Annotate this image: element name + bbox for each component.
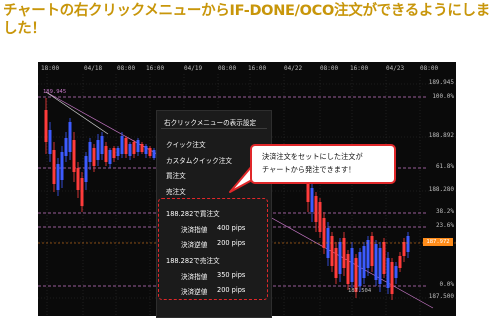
fib-level-label: 61.8% bbox=[435, 163, 454, 170]
candle-body bbox=[52, 150, 56, 184]
candle-body bbox=[128, 144, 132, 156]
candle-body bbox=[60, 152, 64, 180]
callout-line-2: チャートから発注できます！ bbox=[262, 165, 356, 174]
candle-body bbox=[64, 138, 68, 156]
price-axis-label: 188.280 bbox=[428, 186, 454, 193]
candle-body bbox=[322, 218, 326, 248]
time-label: 04/22 bbox=[284, 65, 303, 72]
time-label: 04/19 bbox=[184, 65, 203, 72]
candle-body bbox=[406, 236, 410, 252]
fib-level-label: 38.2% bbox=[435, 208, 454, 215]
candle-body bbox=[56, 164, 60, 190]
high-price-marker: 189.945 bbox=[43, 89, 67, 95]
menu-item-sell-order[interactable]: 売注文 bbox=[166, 186, 186, 196]
time-label: 08:00 bbox=[117, 65, 136, 72]
candle-body bbox=[72, 140, 76, 172]
candle-body bbox=[394, 266, 398, 278]
time-label: 16:00 bbox=[146, 65, 165, 72]
candle-body bbox=[330, 236, 334, 266]
candle-body bbox=[358, 252, 362, 286]
candle-body bbox=[116, 148, 120, 156]
candle-body bbox=[398, 256, 402, 268]
menu-item-buy-order[interactable]: 買注文 bbox=[166, 170, 186, 180]
candle-body bbox=[374, 244, 378, 280]
price-axis-label: 187.500 bbox=[428, 293, 454, 300]
candle-body bbox=[68, 122, 72, 152]
candle-body bbox=[132, 142, 136, 154]
candle-body bbox=[382, 242, 386, 274]
candle-body bbox=[96, 140, 100, 160]
menu-display-settings[interactable]: 右クリックメニューの表示設定 bbox=[164, 117, 256, 127]
page-headline: チャートの右クリックメニューからIF-DONE/OCO注文ができるようにしました… bbox=[3, 3, 490, 37]
menu-item-custom-quick-order[interactable]: カスタムクイック注文 bbox=[166, 155, 232, 165]
candle-body bbox=[354, 258, 358, 292]
candle-body bbox=[112, 148, 116, 158]
time-label: 08:00 bbox=[420, 65, 439, 72]
candle-body bbox=[104, 146, 108, 162]
candle-body bbox=[366, 240, 370, 268]
candle-body bbox=[88, 142, 92, 162]
fib-level-label: 23.6% bbox=[435, 222, 454, 229]
time-label: 08:00 bbox=[218, 65, 237, 72]
candle-body bbox=[136, 140, 140, 152]
ifdone-oco-highlight bbox=[158, 198, 268, 300]
menu-divider bbox=[161, 128, 267, 129]
candle-body bbox=[76, 168, 80, 190]
candle-body bbox=[48, 130, 52, 154]
callout-line-1: 決済注文をセットにした注文が bbox=[262, 152, 363, 161]
price-axis-label: 189.945 bbox=[428, 79, 454, 86]
candle-body bbox=[338, 242, 342, 274]
candle-body bbox=[108, 150, 112, 164]
price-axis-label: 188.892 bbox=[428, 132, 454, 139]
candle-body bbox=[140, 144, 144, 152]
candle-body bbox=[124, 138, 128, 154]
menu-item-quick-order[interactable]: クイック注文 bbox=[166, 139, 206, 149]
candle-body bbox=[144, 146, 148, 154]
candle-body bbox=[314, 196, 318, 222]
time-label: 04/23 bbox=[386, 65, 405, 72]
time-label: 16:00 bbox=[350, 65, 369, 72]
candle-body bbox=[370, 236, 374, 266]
time-label: 08:00 bbox=[320, 65, 339, 72]
candle-body bbox=[342, 238, 346, 268]
candle-body bbox=[346, 254, 350, 284]
candle-body bbox=[318, 202, 322, 232]
candle-body bbox=[44, 110, 48, 142]
low-price-marker: 187.504 bbox=[348, 288, 372, 294]
candle-body bbox=[80, 178, 84, 206]
candle-body bbox=[100, 136, 104, 154]
annotation-callout: 決済注文をセットにした注文が チャートから発注できます！ bbox=[250, 144, 396, 184]
trend-line bbox=[45, 91, 109, 135]
candle-body bbox=[310, 188, 314, 212]
time-label: 04/18 bbox=[84, 65, 103, 72]
candle-body bbox=[378, 248, 382, 284]
fib-level-label: 100.0% bbox=[432, 93, 454, 100]
candle-body bbox=[84, 156, 88, 182]
time-label: 18:00 bbox=[41, 65, 60, 72]
current-price-badge: 187.972 bbox=[423, 238, 453, 246]
time-label: 16:00 bbox=[248, 65, 267, 72]
candle-body bbox=[390, 262, 394, 294]
candle-body bbox=[334, 248, 338, 278]
fib-level-label: 0.0% bbox=[439, 281, 454, 288]
candle-body bbox=[362, 246, 366, 278]
candle-body bbox=[148, 148, 152, 156]
candle-body bbox=[350, 248, 354, 282]
candle-body bbox=[386, 258, 390, 288]
candle-body bbox=[402, 242, 406, 256]
candle-body bbox=[92, 148, 96, 166]
candle-body bbox=[120, 136, 124, 154]
